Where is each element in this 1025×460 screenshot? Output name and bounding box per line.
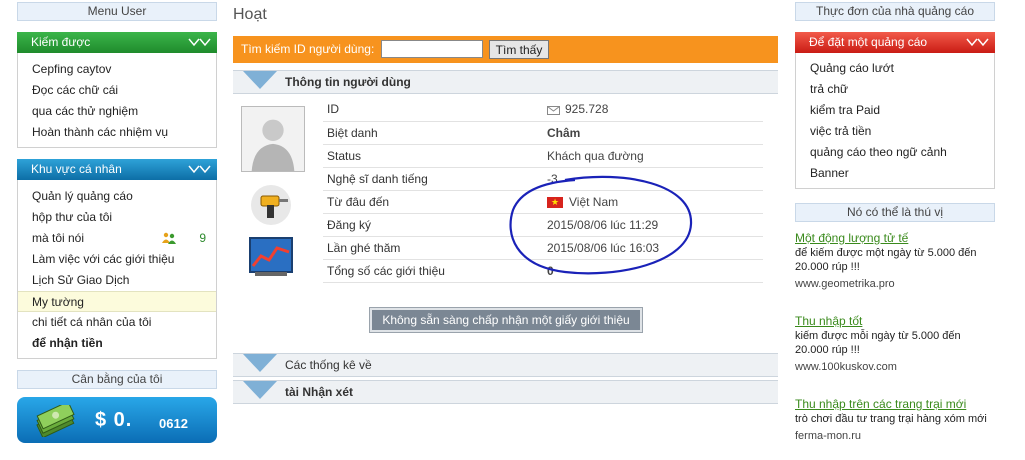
advertiser-menu-title: Thực đơn của nhà quảng cáo <box>795 2 995 21</box>
promo-item: Thu nhập trên các trang trại mới trò chơ… <box>795 397 995 444</box>
section-triangle-icon <box>243 354 277 372</box>
menu-item-manage-ads[interactable]: Quản lý quảng cáo <box>18 186 216 207</box>
personal-header[interactable]: Khu vực cá nhân <box>17 159 217 180</box>
menu-item-my-wall[interactable]: My tường <box>18 291 216 312</box>
table-row: ID 925.728 <box>323 98 763 122</box>
menu-item-tests[interactable]: qua các thử nghiệm <box>18 101 216 122</box>
menu-item-cepfing[interactable]: Cepfing caytov <box>18 59 216 80</box>
section-triangle-icon <box>243 71 277 89</box>
promo-link[interactable]: Một động lượng tử tế <box>795 231 995 246</box>
status-value: Khách qua đường <box>543 144 763 168</box>
ad-item-context[interactable]: quảng cáo theo ngữ cảnh <box>796 142 994 163</box>
collapse-chevrons-icon[interactable] <box>965 32 991 53</box>
stats-section-header[interactable]: Các thống kê về <box>233 353 778 377</box>
menu-item-transactions[interactable]: Lịch Sử Giao Dịch <box>18 270 216 291</box>
balance-amount: $ 0. <box>95 409 133 431</box>
menu-item-my-talk-label: mà tôi nói <box>32 231 85 245</box>
personal-menu: Quản lý quảng cáo hộp thư của tôi mà tôi… <box>17 180 217 359</box>
menu-item-referrals[interactable]: Làm việc với các giới thiệu <box>18 249 216 270</box>
promo-url: www.geometrika.pro <box>795 278 895 290</box>
ad-item-paid-letters[interactable]: trả chữ <box>796 79 994 100</box>
ad-item-paid-tasks[interactable]: việc trả tiền <box>796 121 994 142</box>
user-id-text: 925.728 <box>565 102 609 117</box>
menu-user-title: Menu User <box>17 2 217 21</box>
user-profile: ID 925.728 Biệt danh Châm Status Khách q… <box>233 94 778 333</box>
user-info-title: Thông tin người dùng <box>285 75 411 89</box>
menu-item-mailbox[interactable]: hộp thư của tôi <box>18 207 216 228</box>
promo-url: www.100kuskov.com <box>795 361 897 373</box>
table-row: Status Khách qua đường <box>323 144 763 168</box>
place-ad-header[interactable]: Để đặt một quảng cáo <box>795 32 995 53</box>
user-info-section-header[interactable]: Thông tin người dùng <box>233 70 778 94</box>
message-count: 9 <box>199 231 206 245</box>
drill-icon <box>251 185 291 225</box>
promo-link[interactable]: Thu nhập trên các trang trại mới <box>795 397 995 412</box>
referral-status-button[interactable]: Không sẵn sàng chấp nhận một giấy giới t… <box>369 307 643 333</box>
earn-header-label: Kiếm được <box>31 35 91 49</box>
stats-title: Các thống kê về <box>285 358 372 372</box>
right-sidebar: Thực đơn của nhà quảng cáo Để đặt một qu… <box>795 2 995 444</box>
user-id-search-input[interactable] <box>381 40 483 58</box>
balance-cents: 0612 <box>159 416 188 431</box>
promo-link[interactable]: Thu nhập tốt <box>795 314 995 329</box>
user-search-bar: Tìm kiếm ID người dùng: Tìm thấy <box>233 36 778 63</box>
comments-title: tài Nhận xét <box>285 385 354 399</box>
ad-item-paid-tests[interactable]: kiểm tra Paid <box>796 100 994 121</box>
comments-section-header[interactable]: tài Nhận xét <box>233 380 778 404</box>
search-label: Tìm kiếm ID người dùng: <box>241 42 375 56</box>
nickname-value: Châm <box>543 121 763 145</box>
menu-item-tasks[interactable]: Hoàn thành các nhiệm vụ <box>18 122 216 143</box>
menu-item-personal-details[interactable]: chi tiết cá nhân của tôi <box>18 312 216 333</box>
user-id-value: 925.728 <box>543 98 763 122</box>
balance-title: Cân bằng của tôi <box>17 370 217 389</box>
earn-menu: Cepfing caytov Đọc các chữ cái qua các t… <box>17 53 217 148</box>
interesting-title: Nó có thể là thú vị <box>795 203 995 222</box>
main-content: Hoạt Tìm kiếm ID người dùng: Tìm thấy Th… <box>233 0 778 404</box>
stats-chart-icon <box>249 237 293 276</box>
search-button[interactable]: Tìm thấy <box>489 40 549 59</box>
promo-desc: kiếm được mỗi ngày từ 5.000 đến 20.000 r… <box>795 330 961 356</box>
promo-desc: để kiếm được một ngày từ 5.000 đến 20.00… <box>795 247 977 273</box>
hand-drawn-circle-annotation <box>509 175 693 275</box>
row-label: Status <box>323 144 543 168</box>
place-ad-label: Để đặt một quảng cáo <box>809 35 928 49</box>
collapse-chevrons-icon[interactable] <box>187 32 213 53</box>
left-sidebar: Menu User Kiếm được Cepfing caytov Đọc c… <box>17 2 217 443</box>
promo-desc: trò chơi đầu tư trang trại hàng xóm mới <box>795 413 987 425</box>
envelope-icon[interactable] <box>547 105 560 115</box>
personal-header-label: Khu vực cá nhân <box>31 162 122 176</box>
avatar <box>241 106 305 172</box>
promo-item: Thu nhập tốt kiếm được mỗi ngày từ 5.000… <box>795 314 995 375</box>
promo-url: ferma-mon.ru <box>795 430 862 442</box>
menu-item-withdraw[interactable]: để nhận tiền <box>18 333 216 354</box>
row-label: Biệt danh <box>323 121 543 145</box>
section-triangle-icon <box>243 381 277 399</box>
promo-item: Một động lượng tử tế để kiếm được một ng… <box>795 231 995 292</box>
table-row: Biệt danh Châm <box>323 121 763 145</box>
row-label: ID <box>323 98 543 122</box>
comments-section: tài Nhận xét <box>233 380 778 404</box>
menu-item-my-talk[interactable]: mà tôi nói 9 <box>18 228 216 249</box>
money-stack-icon <box>36 405 75 437</box>
advertiser-menu: Quảng cáo lướt trả chữ kiểm tra Paid việ… <box>795 53 995 189</box>
collapse-chevrons-icon[interactable] <box>187 159 213 180</box>
stats-section: Các thống kê về <box>233 353 778 377</box>
menu-item-read-letters[interactable]: Đọc các chữ cái <box>18 80 216 101</box>
balance-card[interactable]: $ 0. 0612 <box>17 397 217 443</box>
users-icon <box>162 232 176 244</box>
ad-item-banner[interactable]: Banner <box>796 163 994 184</box>
ad-item-surf[interactable]: Quảng cáo lướt <box>796 58 994 79</box>
earn-header[interactable]: Kiếm được <box>17 32 217 53</box>
page-title: Hoạt <box>233 6 267 23</box>
